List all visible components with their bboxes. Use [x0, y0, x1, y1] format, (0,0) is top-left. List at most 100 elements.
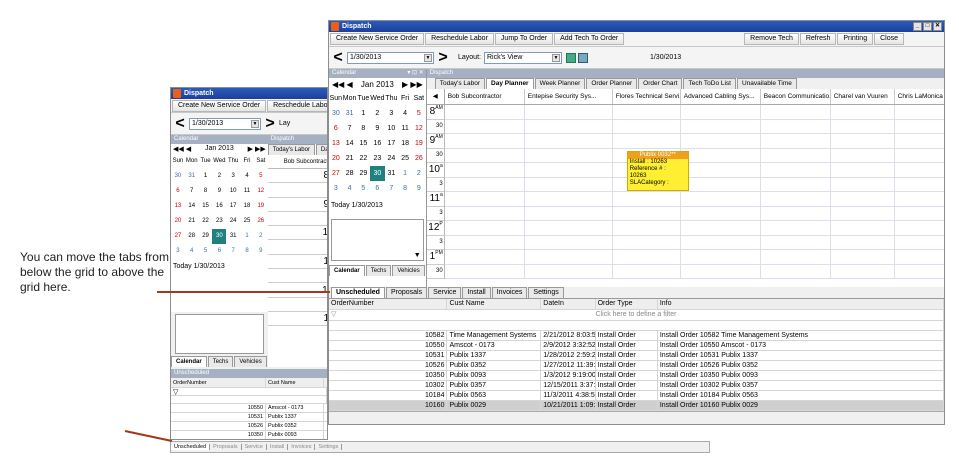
next-day-arrow-icon[interactable]: >: [434, 49, 452, 67]
grid-column-header[interactable]: OrderNumber: [171, 378, 266, 387]
calendar-day[interactable]: 12: [412, 121, 426, 136]
calendar-day[interactable]: 31: [185, 169, 199, 184]
grid-column-header[interactable]: Cust Name: [266, 378, 324, 387]
view-tab[interactable]: Day: [315, 144, 327, 155]
schedule-cell[interactable]: [831, 221, 895, 235]
toolbar-button[interactable]: Add Tech To Order: [554, 33, 625, 45]
calendar-tab[interactable]: Calendar: [329, 265, 365, 276]
back-filter-row[interactable]: ▽: [171, 388, 327, 396]
schedule-cell[interactable]: [525, 264, 613, 278]
calendar-day[interactable]: 4: [240, 169, 254, 184]
calendar-day[interactable]: 8: [240, 244, 254, 259]
schedule-row[interactable]: [444, 105, 944, 120]
toolbar-button[interactable]: Remove Tech: [744, 33, 799, 45]
calendar-day[interactable]: 7: [226, 244, 240, 259]
schedule-cell[interactable]: [831, 264, 895, 278]
calendar-day[interactable]: 24: [226, 214, 240, 229]
schedule-cell[interactable]: [895, 265, 944, 279]
layout-save-icon[interactable]: [565, 52, 576, 63]
calendar-day[interactable]: 30: [212, 229, 227, 244]
chevron-down-icon[interactable]: ▼: [551, 53, 560, 62]
calendar-day[interactable]: 24: [385, 151, 399, 166]
calendar-day[interactable]: 7: [385, 181, 399, 196]
table-row[interactable]: 10531Publix 13371/28/2012 2:59:24 /Insta…: [329, 351, 944, 361]
schedule-cell[interactable]: [831, 192, 895, 206]
calendar-day[interactable]: 16: [370, 136, 384, 151]
calendar-day[interactable]: 3: [226, 169, 240, 184]
prev-month-icon[interactable]: ◀◀ ◀: [332, 80, 353, 89]
schedule-cell[interactable]: [525, 221, 613, 235]
calendar-day[interactable]: 17: [226, 199, 240, 214]
schedule-row[interactable]: [444, 177, 944, 192]
calendar-day[interactable]: 9: [254, 244, 268, 259]
calendar-day[interactable]: 19: [412, 136, 426, 151]
main-date-input[interactable]: 1/30/2013 ▼: [347, 51, 434, 64]
layout-select[interactable]: Rick's View ▼: [483, 51, 562, 64]
schedule-cell[interactable]: [445, 235, 525, 249]
calendar-day[interactable]: 3: [385, 106, 399, 121]
schedule-cell[interactable]: [761, 221, 831, 235]
schedule-cell[interactable]: [525, 177, 613, 191]
table-row[interactable]: 10531 Publix 1337: [171, 413, 327, 422]
calendar-day[interactable]: 3: [329, 181, 343, 196]
toolbar-button[interactable]: Jump To Order: [494, 33, 554, 45]
schedule-cell[interactable]: [895, 134, 944, 148]
schedule-cell[interactable]: [525, 105, 613, 119]
schedule-cell[interactable]: [613, 192, 681, 206]
schedule-cell[interactable]: [681, 177, 761, 191]
schedule-cell[interactable]: [761, 119, 831, 133]
toolbar-button[interactable]: Close: [874, 33, 904, 45]
calendar-day[interactable]: 9: [370, 121, 384, 136]
bottom-tab[interactable]: Settings: [528, 287, 564, 298]
schedule-cell[interactable]: [761, 235, 831, 249]
schedule-cell[interactable]: [895, 236, 944, 250]
toolbar-button[interactable]: Create New Service Order: [330, 33, 425, 45]
calendar-day[interactable]: 1: [356, 106, 370, 121]
calendar-day[interactable]: 12: [254, 184, 268, 199]
calendar-day[interactable]: 2: [370, 106, 384, 121]
schedule-cell[interactable]: [761, 192, 831, 206]
calendar-day[interactable]: 20: [171, 214, 185, 229]
grid-column-header[interactable]: Cust Name: [447, 299, 542, 309]
table-row[interactable]: 10526Publix 03521/27/2012 11:39:32Instal…: [329, 361, 944, 371]
calendar-day[interactable]: 16: [212, 199, 226, 214]
schedule-cell[interactable]: [831, 250, 895, 264]
grid-column-header[interactable]: Info: [658, 299, 944, 309]
table-row[interactable]: 10526 Publix 0352: [171, 422, 327, 431]
table-row[interactable]: 10302Publix 035712/15/2011 3:37:00Instal…: [329, 381, 944, 391]
back-date-input[interactable]: 1/30/2013 ▼: [189, 117, 261, 130]
schedule-cell[interactable]: [445, 119, 525, 133]
schedule-cell[interactable]: [895, 120, 944, 134]
toolbar-button[interactable]: Printing: [837, 33, 874, 45]
schedule-cell[interactable]: [895, 178, 944, 192]
resource-header-cell[interactable]: Bob Subcontractor: [445, 89, 525, 104]
resource-header-cell[interactable]: Beacon Communicatio...: [761, 89, 831, 104]
calendar-day[interactable]: 8: [398, 181, 412, 196]
calendar-day[interactable]: 28: [185, 229, 199, 244]
bottom-tab[interactable]: Install: [267, 444, 289, 450]
chevron-down-icon[interactable]: ▼: [414, 252, 421, 259]
table-row[interactable]: 10550Amscot - 01732/9/2012 3:32:52 PIIns…: [329, 341, 944, 351]
prev-month-icon[interactable]: ◀◀ ◀: [173, 145, 191, 153]
calendar-day[interactable]: 31: [385, 166, 399, 181]
calendar-day[interactable]: 4: [398, 106, 412, 121]
schedule-cell[interactable]: [445, 163, 525, 177]
calendar-tab[interactable]: Vehicles: [234, 356, 267, 367]
calendar-day[interactable]: 31: [226, 229, 240, 244]
schedule-cell[interactable]: [895, 192, 944, 206]
calendar-day[interactable]: 21: [343, 151, 357, 166]
calendar-day[interactable]: 2: [412, 166, 426, 181]
calendar-day[interactable]: 14: [185, 199, 199, 214]
bottom-tab[interactable]: Invoices: [288, 444, 316, 450]
schedule-cell[interactable]: [681, 264, 761, 278]
calendar-day[interactable]: 1: [199, 169, 213, 184]
schedule-row[interactable]: [444, 221, 944, 236]
schedule-cell[interactable]: [613, 264, 681, 278]
schedule-cell[interactable]: [525, 148, 613, 162]
bottom-tab[interactable]: Unscheduled: [331, 287, 385, 298]
calendar-day[interactable]: 1: [240, 229, 254, 244]
calendar-tab[interactable]: Techs: [207, 356, 234, 367]
table-row[interactable]: 10350 Publix 0093: [171, 431, 327, 439]
schedule-cell[interactable]: [895, 105, 944, 119]
calendar-day[interactable]: 6: [212, 244, 226, 259]
